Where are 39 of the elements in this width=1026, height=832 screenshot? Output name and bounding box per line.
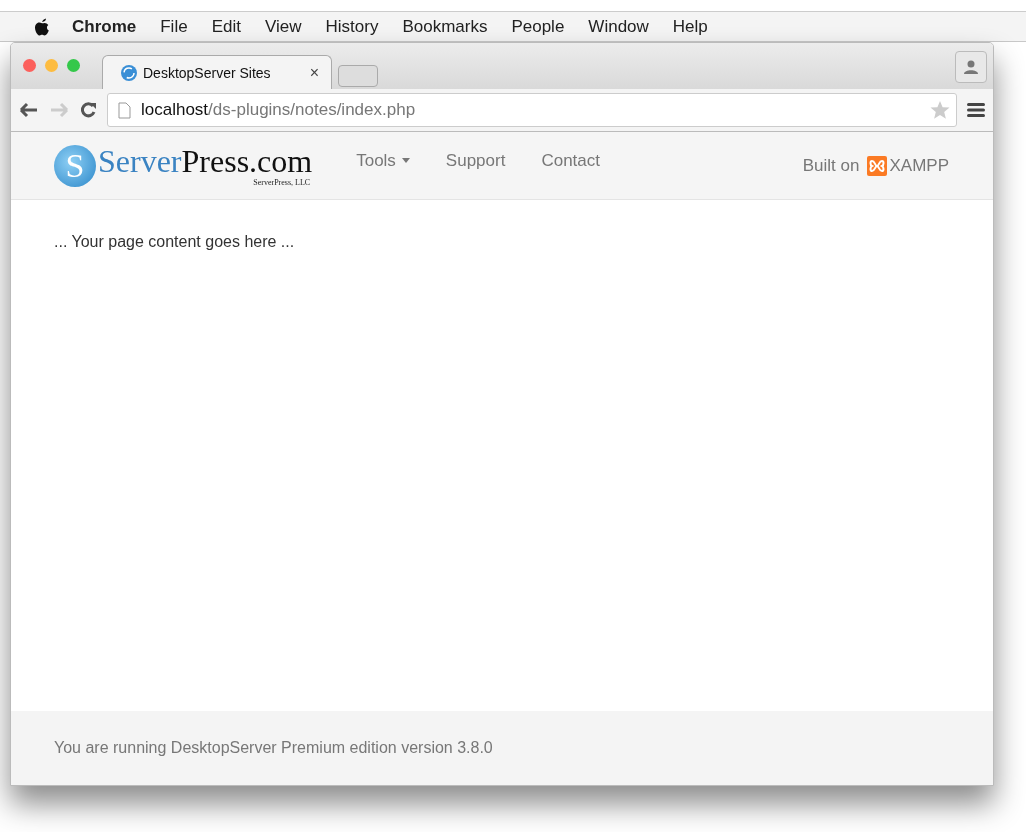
browser-tab[interactable]: DesktopServer Sites × <box>102 55 332 89</box>
minimize-window-button[interactable] <box>45 58 58 72</box>
favicon-icon <box>121 64 137 81</box>
menu-item[interactable]: Chrome <box>60 16 149 37</box>
new-tab-button[interactable] <box>338 65 378 87</box>
menu-item[interactable]: History <box>313 16 391 37</box>
caret-icon <box>401 158 410 163</box>
nav-link[interactable]: Contact <box>523 150 618 171</box>
tab-title: DesktopServer Sites <box>143 64 272 81</box>
close-window-button[interactable] <box>23 58 36 72</box>
address-bar[interactable]: localhost/ds-plugins/notes/index.php <box>107 93 957 127</box>
reload-icon[interactable] <box>79 101 97 119</box>
content-text: ... Your page content goes here ... <box>54 233 296 251</box>
menu-item[interactable]: File <box>148 16 200 37</box>
xampp-logo-icon <box>867 155 888 176</box>
forward-icon[interactable] <box>49 102 69 118</box>
menu-item[interactable]: Help <box>660 16 720 37</box>
menu-item[interactable]: Window <box>576 16 661 37</box>
menu-item[interactable]: People <box>499 16 577 37</box>
menu-item[interactable]: Edit <box>199 16 253 37</box>
star-icon[interactable] <box>930 100 950 120</box>
version-text: You are running DesktopServer Premium edition version 3.8.0 <box>54 739 493 757</box>
zoom-window-button[interactable] <box>67 58 80 72</box>
menu-icon[interactable] <box>967 102 985 118</box>
profile-button[interactable] <box>955 51 987 83</box>
nav-link[interactable]: Support <box>427 150 524 171</box>
menu-item[interactable]: View <box>252 16 314 37</box>
tab-close-button[interactable]: × <box>309 63 319 82</box>
url-text: localhost/ds-plugins/notes/index.php <box>141 100 417 120</box>
nav-link[interactable]: Tools <box>338 150 428 171</box>
page-icon <box>118 101 131 119</box>
apple-icon[interactable] <box>34 17 50 36</box>
xampp-label: XAMPP <box>889 155 949 176</box>
built-on-link[interactable]: Built on XAMPP <box>802 155 949 176</box>
menu-item[interactable]: Bookmarks <box>390 16 500 37</box>
built-on-label: Built on <box>802 155 860 176</box>
site-logo[interactable]: S ServerPress.com ServerPress, LLC <box>54 144 313 187</box>
person-icon <box>963 59 979 75</box>
back-icon[interactable] <box>19 102 39 118</box>
